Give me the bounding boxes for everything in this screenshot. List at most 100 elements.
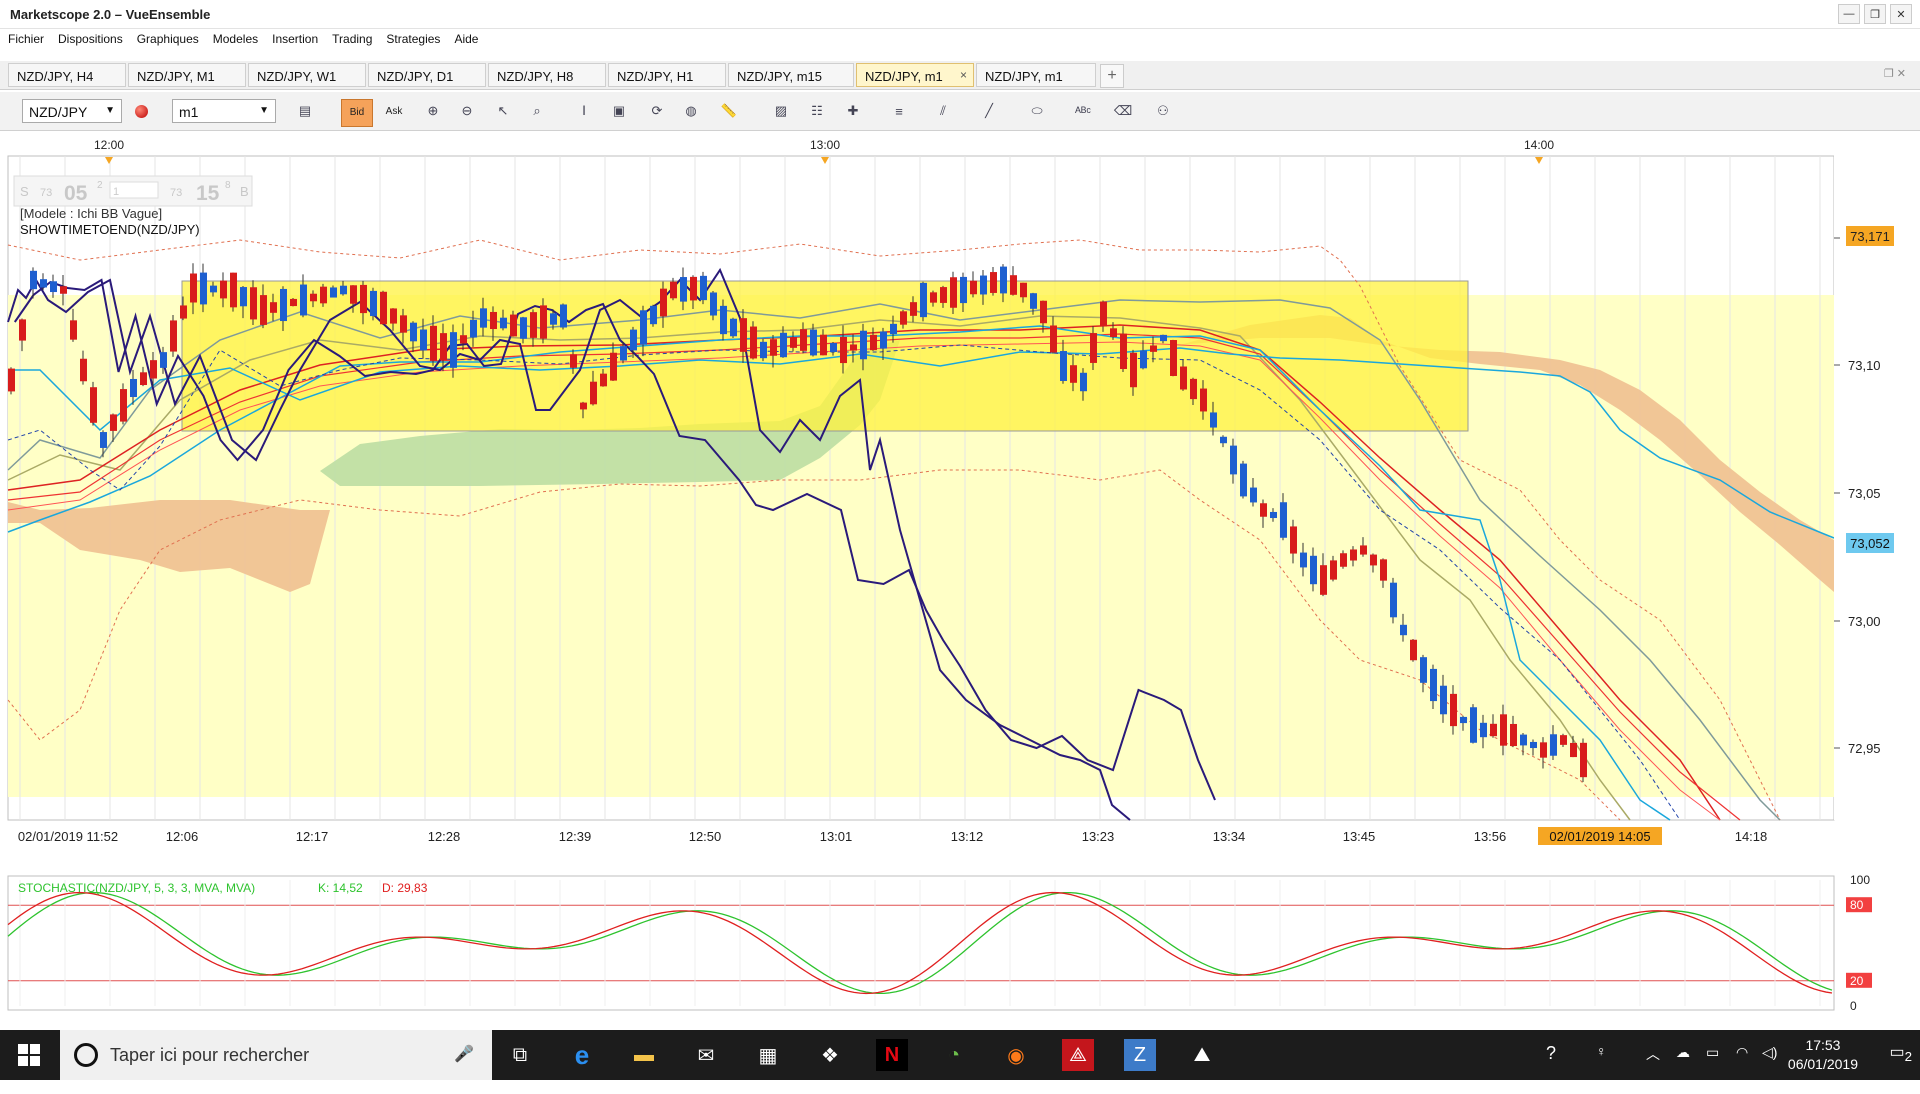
cursor-icon[interactable]: ↖ [494,102,512,120]
chart-type-icon[interactable]: ▤ [296,102,314,120]
oscillator-d-label: D: 29,83 [382,881,428,895]
ask-button[interactable]: Ask [380,99,408,125]
help-icon[interactable]: ? [1546,1043,1556,1093]
taskbar-search[interactable]: Taper ici pour rechercher 🎤 [60,1030,492,1080]
menu-modeles[interactable]: Modeles [205,29,264,46]
firefox-icon[interactable]: ◉ [1000,1039,1032,1071]
acrobat-icon[interactable]: ⟁ [1062,1039,1094,1071]
ellipse-icon[interactable]: ⬭ [1028,102,1046,120]
time-tick-label: 13:56 [1474,829,1507,844]
tab-nzdjpy-w1[interactable]: NZD/JPY, W1 [248,63,366,87]
maximize-button[interactable]: ❐ [1864,4,1886,24]
text-label-icon[interactable]: ᴬᴮᶜ [1074,102,1092,120]
windows-start-icon[interactable] [18,1044,40,1066]
people-icon[interactable]: ♀ [1596,1043,1607,1093]
tab-nzdjpy-m15[interactable]: NZD/JPY, m15 [728,63,854,87]
top-time-label: 14:00 [1524,140,1554,152]
tab-label: NZD/JPY, W1 [257,69,337,84]
tab-nzdjpy-m1-active[interactable]: NZD/JPY, m1 × [856,63,974,87]
taskbar-clock[interactable]: 17:53 06/01/2019 [1788,1036,1858,1074]
close-tab-icon[interactable]: × [960,68,967,82]
refresh-icon[interactable]: ⟳ [648,102,666,120]
quote-widget[interactable]: S 73 05 2 1 73 15 8 B [13,175,253,207]
properties-icon[interactable]: ☷ [808,102,826,120]
bid-button[interactable]: Bid [341,99,373,127]
chart-svg[interactable]: 12:00 13:00 14:00 S 73 05 2 1 73 15 8 B … [0,138,1920,1024]
globe-icon[interactable]: ◍ [682,102,700,120]
tab-nzdjpy-d1[interactable]: NZD/JPY, D1 [368,63,486,87]
image-icon[interactable]: ▨ [772,102,790,120]
tab-nzdjpy-h4[interactable]: NZD/JPY, H4 [8,63,126,87]
tray-chevron-icon[interactable]: ︿ [1646,1044,1660,1094]
bull-candle [1430,668,1437,702]
chart-area[interactable]: 12:00 13:00 14:00 S 73 05 2 1 73 15 8 B … [0,138,1920,1024]
tab-window-controls-icon[interactable]: ❐ ✕ [1884,67,1906,80]
photos-icon[interactable]: ⛰ [1186,1039,1218,1071]
search-placeholder: Taper ici pour rechercher [110,1045,310,1065]
eraser-icon[interactable]: ⌫ [1114,102,1132,120]
battery-icon[interactable]: ▭ [1706,1044,1719,1094]
file-explorer-icon[interactable]: ▬ [628,1039,660,1071]
bull-candle [100,432,107,448]
tab-nzdjpy-h1[interactable]: NZD/JPY, H1 [608,63,726,87]
bear-candle [610,352,617,381]
marketscope-app-icon[interactable]: Z [1124,1039,1156,1071]
bull-candle [420,329,427,351]
add-tab-button[interactable]: + [1100,64,1124,88]
zoom-in-icon[interactable]: ⊕ [424,102,442,120]
timeframe-value: m1 [179,104,199,120]
wifi-icon[interactable]: ◠ [1736,1044,1748,1094]
chart-app-icon[interactable]: ◔ [938,1039,970,1071]
notification-icon[interactable]: ▭2 [1889,1042,1912,1064]
bull-candle [1400,624,1407,636]
trendline-icon[interactable]: ╱ [980,102,998,120]
bear-candle [1320,565,1327,595]
menu-aide[interactable]: Aide [446,29,484,46]
symbol-select[interactable]: NZD/JPY ▼ [22,99,122,123]
bear-candle [1100,301,1107,327]
bull-candle [1460,716,1467,724]
close-window-button[interactable]: ✕ [1890,4,1912,24]
chevron-down-icon: ▼ [105,105,115,116]
task-view-icon[interactable]: ⧉ [504,1039,536,1071]
notification-count: 2 [1904,1049,1912,1065]
bull-candle [1390,582,1397,618]
magnifier-icon[interactable]: ⌕ [528,102,546,120]
text-cursor-icon[interactable]: Ⅰ [575,102,593,120]
onedrive-icon[interactable]: ☁ [1676,1044,1690,1094]
microphone-icon[interactable]: 🎤 [454,1044,474,1064]
record-icon[interactable] [132,102,150,120]
menu-dispositions[interactable]: Dispositions [50,29,129,46]
menu-fichier[interactable]: Fichier [0,29,50,46]
volume-icon[interactable]: ◁) [1762,1044,1777,1094]
sell-pips[interactable]: 05 [64,182,88,205]
crosshair-tool-icon[interactable]: ✚ [844,102,862,120]
network-icon[interactable]: ⚇ [1154,102,1172,120]
bear-candle [80,358,87,382]
fan-tool-icon[interactable]: ⫽ [934,102,952,120]
menu-graphiques[interactable]: Graphiques [129,29,205,46]
timeframe-select[interactable]: m1 ▼ [172,99,276,123]
minimize-button[interactable]: — [1838,4,1860,24]
tab-nzdjpy-h8[interactable]: NZD/JPY, H8 [488,63,606,87]
menu-trading[interactable]: Trading [324,29,378,46]
netflix-icon[interactable]: N [876,1039,908,1071]
dropbox-icon[interactable]: ❖ [814,1039,846,1071]
edge-browser-icon[interactable]: e [566,1039,598,1071]
tab-nzdjpy-m1-upper[interactable]: NZD/JPY, M1 [128,63,246,87]
bear-candle [19,319,26,341]
mail-icon[interactable]: ✉ [690,1039,722,1071]
buy-pips[interactable]: 15 [196,182,220,205]
bull-candle [280,288,287,322]
lines-menu-icon[interactable]: ≡ [890,102,908,120]
bear-candle [930,292,937,303]
snapshot-icon[interactable]: ▣ [610,102,628,120]
vertical-grid [19,156,1821,820]
zoom-out-icon[interactable]: ⊖ [458,102,476,120]
tab-nzdjpy-m1[interactable]: NZD/JPY, m1 [976,63,1096,87]
menu-insertion[interactable]: Insertion [264,29,324,46]
store-icon[interactable]: ▦ [752,1039,784,1071]
menu-strategies[interactable]: Strategies [378,29,446,46]
bear-candle [90,387,97,423]
ruler-icon[interactable]: 📏 [720,102,738,120]
